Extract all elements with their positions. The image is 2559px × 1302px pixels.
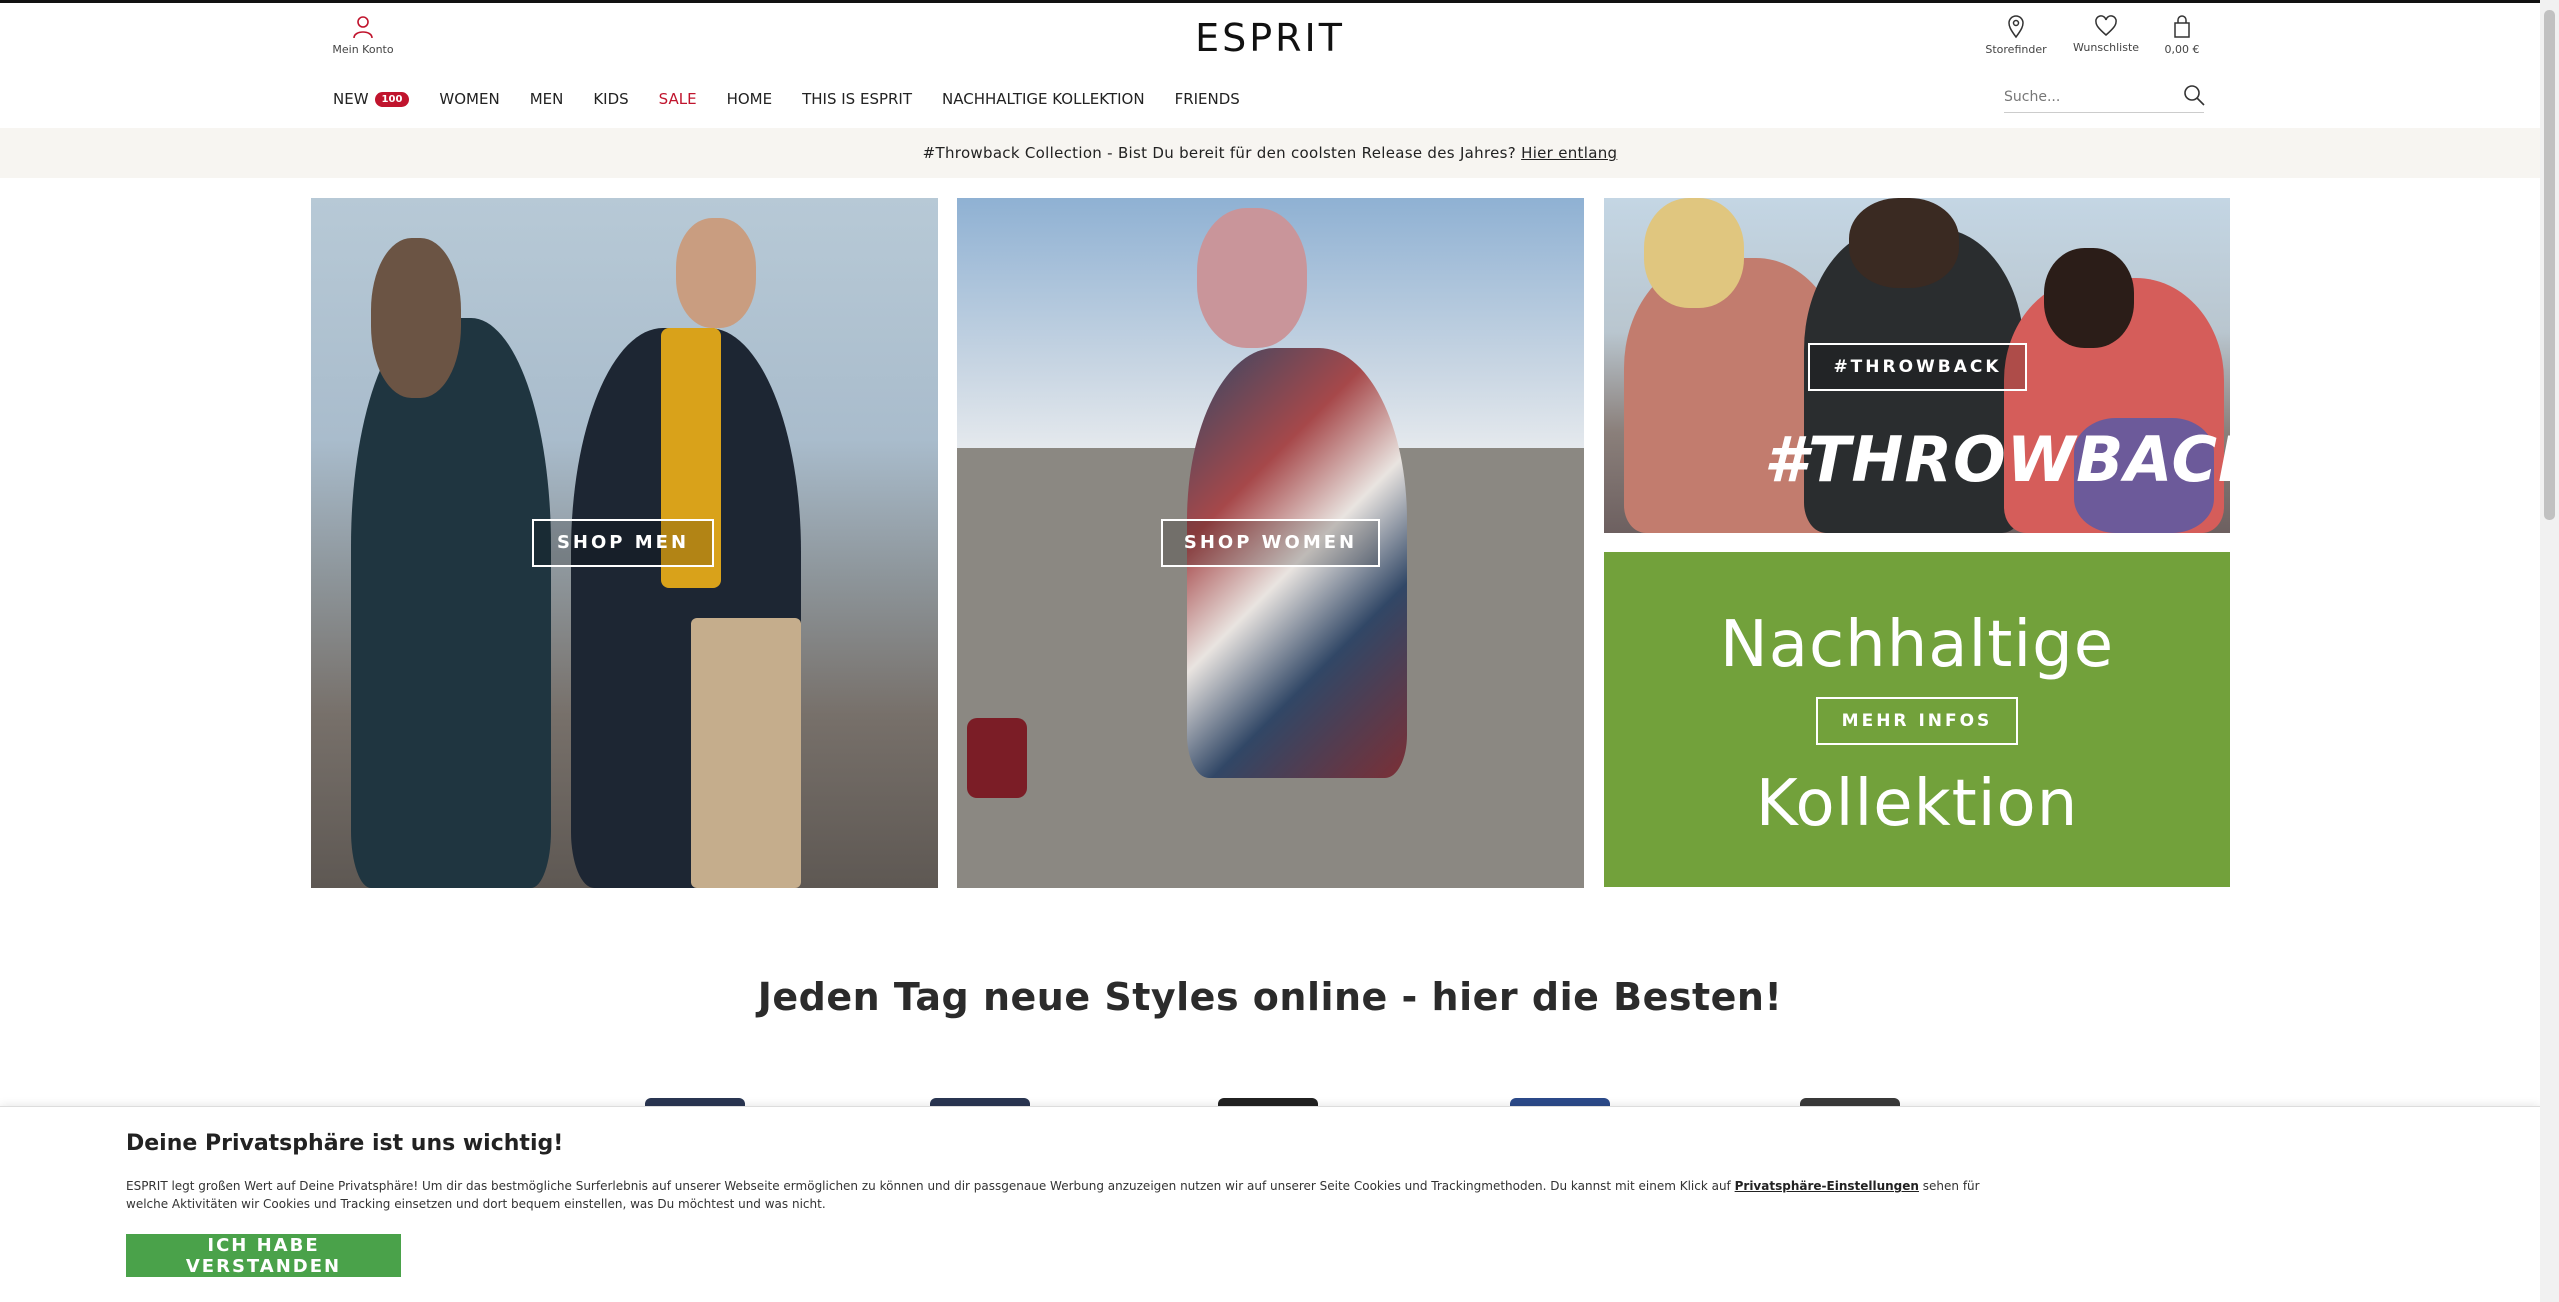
hero-tile-sustainable[interactable]: Nachhaltige MEHR INFOS Kollektion xyxy=(1604,552,2230,887)
promo-link[interactable]: Hier entlang xyxy=(1521,144,1617,162)
account-link[interactable]: Mein Konto xyxy=(323,15,403,56)
sustainable-heading-top: Nachhaltige xyxy=(1719,608,2115,682)
nav-item-nachhaltige-kollektion[interactable]: NACHHALTIGE KOLLEKTION xyxy=(942,90,1145,108)
location-pin-icon xyxy=(2008,15,2024,39)
throwback-overlay-text: #THROWBACK xyxy=(1764,423,2230,496)
cookie-title: Deine Privatsphäre ist uns wichtig! xyxy=(126,1131,564,1156)
red-sock xyxy=(967,718,1027,798)
hero-tile-throwback[interactable]: #THROWBACK #THROWBACK xyxy=(1604,198,2230,533)
cookie-text-before: ESPRIT legt großen Wert auf Deine Privat… xyxy=(126,1179,1735,1193)
storefinder-link[interactable]: Storefinder xyxy=(1976,15,2056,56)
model-hair xyxy=(2044,248,2134,348)
nav-item-sale[interactable]: SALE xyxy=(659,90,697,108)
user-icon xyxy=(353,16,373,39)
cookie-banner: Deine Privatsphäre ist uns wichtig! ESPR… xyxy=(0,1106,2540,1302)
model-head xyxy=(1197,208,1307,348)
mehr-infos-button[interactable]: MEHR INFOS xyxy=(1816,697,2018,745)
nav-item-new[interactable]: NEW 100 xyxy=(333,90,410,108)
nav-item-home[interactable]: HOME xyxy=(727,90,773,108)
storefinder-label: Storefinder xyxy=(1985,43,2047,56)
shop-women-button[interactable]: SHOP WOMEN xyxy=(1161,519,1380,567)
hero-tile-men[interactable]: SHOP MEN xyxy=(311,198,938,888)
model-hair xyxy=(371,238,461,398)
nav-item-this-is-esprit[interactable]: THIS IS ESPRIT xyxy=(802,90,912,108)
hero-tile-women[interactable]: SHOP WOMEN xyxy=(957,198,1584,888)
wishlist-label: Wunschliste xyxy=(2072,41,2140,54)
accept-cookies-button[interactable]: ICH HABE VERSTANDEN xyxy=(126,1234,401,1277)
model-head xyxy=(676,218,756,328)
new-count-badge: 100 xyxy=(374,91,410,107)
wishlist-link[interactable]: Wunschliste xyxy=(2066,15,2146,54)
search-icon[interactable] xyxy=(2182,83,2206,107)
shop-men-button[interactable]: SHOP MEN xyxy=(532,519,714,567)
throwback-button[interactable]: #THROWBACK xyxy=(1808,343,2027,391)
main-nav: NEW 100 WOMEN MEN KIDS SALE HOME THIS IS… xyxy=(333,85,1270,113)
privacy-settings-link[interactable]: Privatsphäre-Einstellungen xyxy=(1735,1179,1919,1193)
sustainable-heading-bottom: Kollektion xyxy=(1755,767,2079,841)
heart-icon xyxy=(2095,15,2117,36)
account-label: Mein Konto xyxy=(332,43,394,56)
esprit-logo[interactable]: ESPRIT xyxy=(1190,15,1350,61)
section-title: Jeden Tag neue Styles online - hier die … xyxy=(757,975,1783,1019)
nav-item-kids[interactable]: KIDS xyxy=(593,90,628,108)
nav-item-women[interactable]: WOMEN xyxy=(439,90,499,108)
nav-item-friends[interactable]: FRIENDS xyxy=(1175,90,1240,108)
nav-item-men[interactable]: MEN xyxy=(530,90,564,108)
cart-total: 0,00 € xyxy=(2164,43,2200,56)
beige-trousers xyxy=(691,618,801,888)
scrollbar-thumb[interactable] xyxy=(2544,10,2555,520)
promo-text: #Throwback Collection - Bist Du bereit f… xyxy=(922,144,1517,162)
shopping-bag-icon xyxy=(2174,15,2190,38)
cart-link[interactable]: 0,00 € xyxy=(2142,15,2222,56)
cookie-text: ESPRIT legt großen Wert auf Deine Privat… xyxy=(126,1177,2006,1213)
nav-item-label: NEW xyxy=(333,90,369,108)
search-input[interactable] xyxy=(2004,88,2174,105)
model-hair xyxy=(1644,198,1744,308)
search-box xyxy=(2004,81,2204,113)
page: Mein Konto ESPRIT Storefinder Wunschlist… xyxy=(0,0,2559,1302)
promo-bar: #Throwback Collection - Bist Du bereit f… xyxy=(0,128,2540,178)
site-header: Mein Konto ESPRIT Storefinder Wunschlist… xyxy=(0,3,2540,128)
model-figure xyxy=(351,318,551,888)
model-hair xyxy=(1849,198,1959,288)
